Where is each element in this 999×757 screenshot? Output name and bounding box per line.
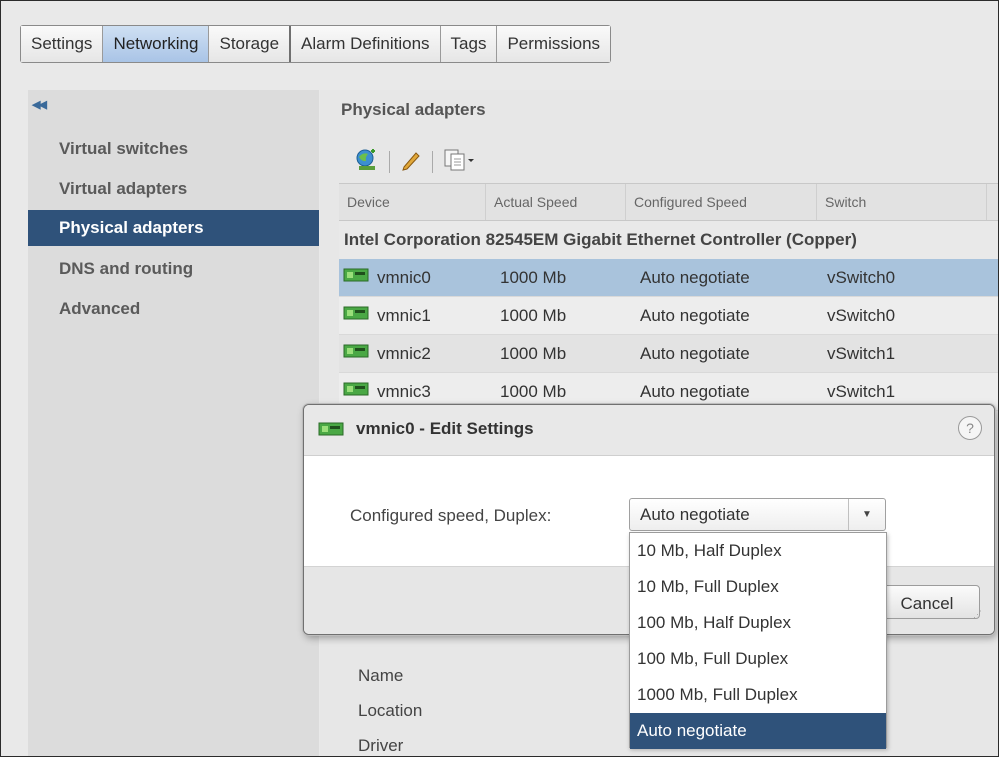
tab-permissions[interactable]: Permissions — [497, 26, 611, 62]
switch-name: vSwitch0 — [827, 268, 896, 287]
resize-grip-icon[interactable]: ⋰ — [973, 609, 982, 620]
switch-name: vSwitch0 — [827, 306, 896, 325]
tab-tags[interactable]: Tags — [440, 26, 498, 62]
edit-icon[interactable] — [400, 149, 422, 176]
table-row[interactable]: vmnic2 1000 Mb Auto negotiate vSwitch1 — [339, 335, 998, 373]
copy-dropdown-icon[interactable] — [443, 148, 477, 177]
option-10-half[interactable]: 10 Mb, Half Duplex — [630, 533, 886, 569]
nav-item-dns-and-routing[interactable]: DNS and routing — [28, 251, 319, 287]
nav-item-virtual-switches[interactable]: Virtual switches — [28, 131, 319, 167]
col-switch[interactable]: Switch — [817, 184, 987, 220]
configured-speed: Auto negotiate — [640, 344, 750, 363]
speed-duplex-select[interactable]: Auto negotiate ▼ — [629, 498, 886, 531]
option-auto-negotiate[interactable]: Auto negotiate — [630, 713, 886, 749]
option-10-full[interactable]: 10 Mb, Full Duplex — [630, 569, 886, 605]
nav-item-physical-adapters[interactable]: Physical adapters — [28, 210, 319, 246]
tab-networking[interactable]: Networking — [103, 26, 210, 62]
toolbar — [353, 147, 477, 177]
table-row[interactable]: vmnic0 1000 Mb Auto negotiate vSwitch0 — [339, 259, 998, 297]
add-adapter-icon[interactable] — [353, 148, 379, 177]
switch-name: vSwitch1 — [827, 344, 896, 363]
col-device[interactable]: Device — [339, 184, 486, 220]
configured-speed: Auto negotiate — [640, 306, 750, 325]
tab-storage[interactable]: Storage — [209, 26, 292, 62]
device-name: vmnic0 — [377, 268, 431, 287]
prop-location-label: Location — [358, 701, 423, 720]
nic-icon — [318, 421, 344, 442]
toolbar-divider — [389, 151, 390, 173]
device-name: vmnic2 — [377, 344, 431, 363]
actual-speed: 1000 Mb — [500, 268, 567, 287]
adapter-properties: Name Location Driver — [358, 658, 423, 756]
double-left-chevron-icon[interactable]: ◀◀ — [32, 98, 47, 111]
page-title: Physical adapters — [341, 100, 486, 119]
nav-item-advanced[interactable]: Advanced — [28, 291, 319, 327]
tab-settings[interactable]: Settings — [21, 26, 104, 62]
nic-icon — [343, 259, 369, 296]
help-icon[interactable]: ? — [958, 416, 982, 440]
speed-duplex-label: Configured speed, Duplex: — [350, 506, 552, 525]
app-frame: Settings Networking Storage Alarm Defini… — [0, 0, 999, 757]
cancel-button[interactable]: Cancel — [874, 585, 980, 619]
left-nav: ◀◀ Virtual switches Virtual adapters Phy… — [28, 90, 319, 756]
option-1000-full[interactable]: 1000 Mb, Full Duplex — [630, 677, 886, 713]
configured-speed: Auto negotiate — [640, 268, 750, 287]
nav-item-virtual-adapters[interactable]: Virtual adapters — [28, 171, 319, 207]
dialog-title: vmnic0 - Edit Settings — [356, 419, 534, 438]
option-100-full[interactable]: 100 Mb, Full Duplex — [630, 641, 886, 677]
actual-speed: 1000 Mb — [500, 306, 567, 325]
adapters-table: Device Actual Speed Configured Speed Swi… — [339, 183, 998, 411]
table-header: Device Actual Speed Configured Speed Swi… — [339, 183, 998, 221]
table-row[interactable]: vmnic1 1000 Mb Auto negotiate vSwitch0 — [339, 297, 998, 335]
prop-name-label: Name — [358, 666, 404, 685]
nic-icon — [343, 335, 369, 372]
col-configured-speed[interactable]: Configured Speed — [626, 184, 817, 220]
group-header: Intel Corporation 82545EM Gigabit Ethern… — [339, 221, 998, 259]
tab-alarm-definitions[interactable]: Alarm Definitions — [291, 26, 441, 62]
toolbar-divider — [432, 151, 433, 173]
dialog-header: vmnic0 - Edit Settings ? — [304, 405, 994, 456]
tab-bar: Settings Networking Storage Alarm Defini… — [20, 25, 612, 63]
chevron-down-icon[interactable]: ▼ — [848, 499, 885, 530]
speed-duplex-dropdown: 10 Mb, Half Duplex 10 Mb, Full Duplex 10… — [629, 532, 887, 749]
prop-driver-label: Driver — [358, 736, 404, 755]
device-name: vmnic1 — [377, 306, 431, 325]
option-100-half[interactable]: 100 Mb, Half Duplex — [630, 605, 886, 641]
nic-icon — [343, 297, 369, 334]
select-value: Auto negotiate — [640, 505, 750, 524]
col-actual-speed[interactable]: Actual Speed — [486, 184, 626, 220]
actual-speed: 1000 Mb — [500, 344, 567, 363]
